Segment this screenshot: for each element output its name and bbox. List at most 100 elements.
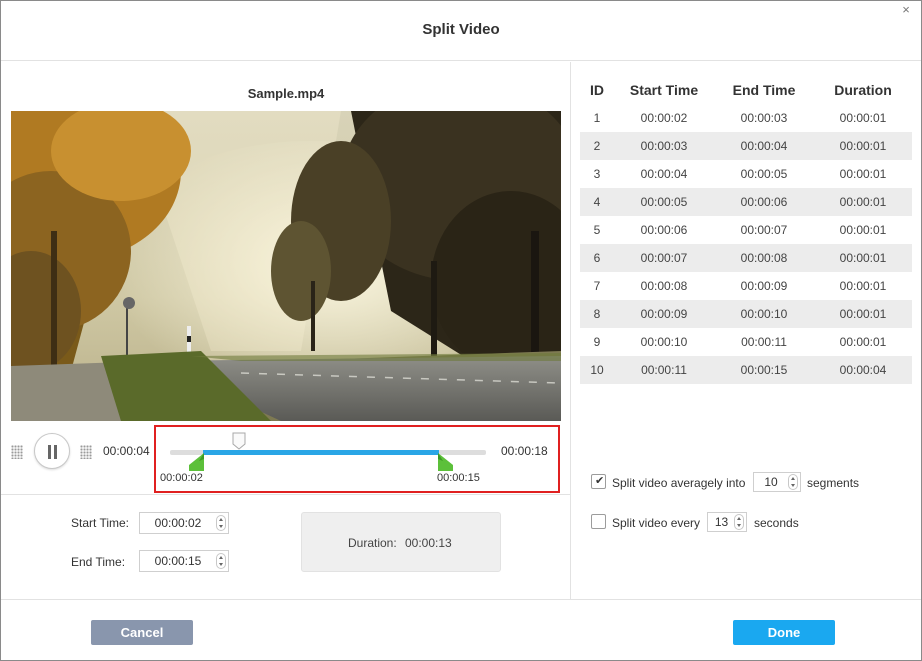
- interval-split-option: Split video every seconds: [591, 512, 911, 532]
- column-header-duration: Duration: [834, 82, 892, 98]
- table-row[interactable]: 7 00:00:08 00:00:09 00:00:01: [580, 272, 912, 300]
- close-icon[interactable]: ×: [899, 3, 913, 17]
- current-time: 00:00:04: [103, 444, 150, 458]
- segment-duration: 00:00:01: [839, 111, 887, 125]
- table-row[interactable]: 10 00:00:11 00:00:15 00:00:04: [580, 356, 912, 384]
- segment-end-time: 00:00:05: [740, 167, 788, 181]
- drag-grip-icon: [11, 445, 23, 459]
- dialog-footer: Cancel Done: [1, 599, 921, 660]
- table-row[interactable]: 3 00:00:04 00:00:05 00:00:01: [580, 160, 912, 188]
- segment-id: 4: [580, 188, 614, 216]
- segments-pane: ID Start Time End Time Duration 1 00:00:0…: [572, 62, 921, 599]
- table-row[interactable]: 6 00:00:07 00:00:08 00:00:01: [580, 244, 912, 272]
- end-time-stepper[interactable]: [216, 553, 226, 569]
- segment-duration: 00:00:01: [814, 132, 912, 160]
- segment-id: 6: [580, 244, 614, 272]
- segment-duration: 00:00:01: [839, 223, 887, 237]
- table-row[interactable]: 2 00:00:03 00:00:04 00:00:01: [580, 132, 912, 160]
- end-marker-handle[interactable]: [437, 453, 453, 471]
- segment-start-time: 00:00:04: [640, 167, 688, 181]
- start-marker-handle[interactable]: [189, 453, 205, 471]
- segment-start-time: 00:00:08: [640, 279, 688, 293]
- segment-start-time: 00:00:05: [614, 188, 714, 216]
- segment-start-time: 00:00:09: [614, 300, 714, 328]
- total-time: 00:00:18: [501, 444, 548, 458]
- preview-pane: Sample.mp4 00:00:04 00:00:02 00:00:15 00…: [1, 62, 571, 599]
- segment-end-time: 00:00:11: [741, 335, 787, 349]
- column-header-start-time: Start Time: [629, 82, 699, 98]
- table-row[interactable]: 8 00:00:09 00:00:10 00:00:01: [580, 300, 912, 328]
- end-time-label: End Time:: [71, 555, 126, 569]
- checkmark-icon: ✔: [595, 475, 605, 487]
- column-header-id: ID: [590, 82, 604, 98]
- video-preview[interactable]: [11, 111, 561, 421]
- pause-icon: [48, 445, 51, 459]
- segment-end-time: 00:00:06: [714, 188, 814, 216]
- segment-duration: 00:00:04: [814, 356, 912, 384]
- interval-seconds-input[interactable]: [708, 513, 735, 531]
- seconds-unit-label: seconds: [754, 516, 799, 530]
- segment-start-time: 00:00:06: [640, 223, 688, 237]
- segment-id: 1: [593, 111, 601, 125]
- segment-id: 10: [580, 356, 614, 384]
- segment-id: 3: [593, 167, 601, 181]
- dialog-titlebar: Split Video ×: [1, 1, 921, 61]
- start-marker-time: 00:00:02: [160, 472, 203, 484]
- drag-grip-icon: [80, 445, 92, 459]
- table-row[interactable]: 1 00:00:02 00:00:03 00:00:01: [580, 104, 912, 132]
- segment-id: 9: [593, 335, 601, 349]
- timeline-selection: [203, 450, 439, 455]
- segment-end-time: 00:00:15: [714, 356, 814, 384]
- segment-duration: 00:00:01: [814, 300, 912, 328]
- segment-count-stepper[interactable]: [788, 474, 798, 490]
- table-row[interactable]: 9 00:00:10 00:00:11 00:00:01: [580, 328, 912, 356]
- segment-id: 5: [593, 223, 601, 237]
- timeline-highlight: 00:00:02 00:00:15: [154, 425, 560, 493]
- segment-count-input[interactable]: [754, 473, 788, 491]
- average-split-checkbox[interactable]: ✔: [591, 474, 606, 489]
- column-header-end-time: End Time: [732, 82, 796, 98]
- segment-end-time: 00:00:07: [740, 223, 788, 237]
- average-split-label: Split video averagely into: [612, 476, 746, 490]
- interval-seconds-stepper[interactable]: [734, 514, 744, 530]
- cancel-button[interactable]: Cancel: [91, 620, 193, 645]
- segment-end-time: 00:00:10: [714, 300, 814, 328]
- end-time-field[interactable]: [139, 550, 229, 572]
- interval-seconds-field[interactable]: [707, 512, 747, 532]
- start-time-label: Start Time:: [71, 516, 130, 530]
- end-marker-time: 00:00:15: [437, 472, 480, 484]
- segment-duration: 00:00:01: [839, 279, 887, 293]
- segment-duration: 00:00:01: [839, 167, 887, 181]
- segment-end-time: 00:00:09: [740, 279, 788, 293]
- start-time-input[interactable]: [140, 513, 216, 533]
- done-button[interactable]: Done: [733, 620, 835, 645]
- segment-id: 7: [593, 279, 601, 293]
- video-frame-image: [11, 111, 561, 421]
- segment-duration: 00:00:01: [814, 188, 912, 216]
- start-time-field[interactable]: [139, 512, 229, 534]
- start-time-stepper[interactable]: [216, 515, 226, 531]
- segments-table: ID Start Time End Time Duration 1 00:00:0…: [580, 76, 912, 384]
- segment-id: 2: [580, 132, 614, 160]
- split-video-dialog: Split Video × Sample.mp4 00:00:04 00:00:…: [0, 0, 922, 661]
- segment-start-time: 00:00:10: [640, 335, 688, 349]
- interval-split-checkbox[interactable]: [591, 514, 606, 529]
- table-header: ID Start Time End Time Duration: [580, 76, 912, 104]
- segment-count-field[interactable]: [753, 472, 801, 492]
- table-row[interactable]: 5 00:00:06 00:00:07 00:00:01: [580, 216, 912, 244]
- segment-duration: 00:00:01: [814, 244, 912, 272]
- file-name: Sample.mp4: [247, 86, 325, 101]
- segment-id: 8: [580, 300, 614, 328]
- playhead-handle[interactable]: [232, 432, 246, 450]
- playback-controls: 00:00:04 00:00:02 00:00:15 00:00:18: [1, 425, 571, 495]
- segment-end-time: 00:00:04: [714, 132, 814, 160]
- segment-end-time: 00:00:03: [740, 111, 788, 125]
- segment-start-time: 00:00:07: [614, 244, 714, 272]
- segment-start-time: 00:00:03: [614, 132, 714, 160]
- table-row[interactable]: 4 00:00:05 00:00:06 00:00:01: [580, 188, 912, 216]
- segments-unit-label: segments: [807, 476, 860, 490]
- average-split-option: ✔ Split video averagely into segments: [591, 472, 911, 492]
- end-time-input[interactable]: [140, 551, 216, 571]
- pause-button[interactable]: [34, 433, 70, 469]
- duration-label: Duration:: [348, 536, 397, 550]
